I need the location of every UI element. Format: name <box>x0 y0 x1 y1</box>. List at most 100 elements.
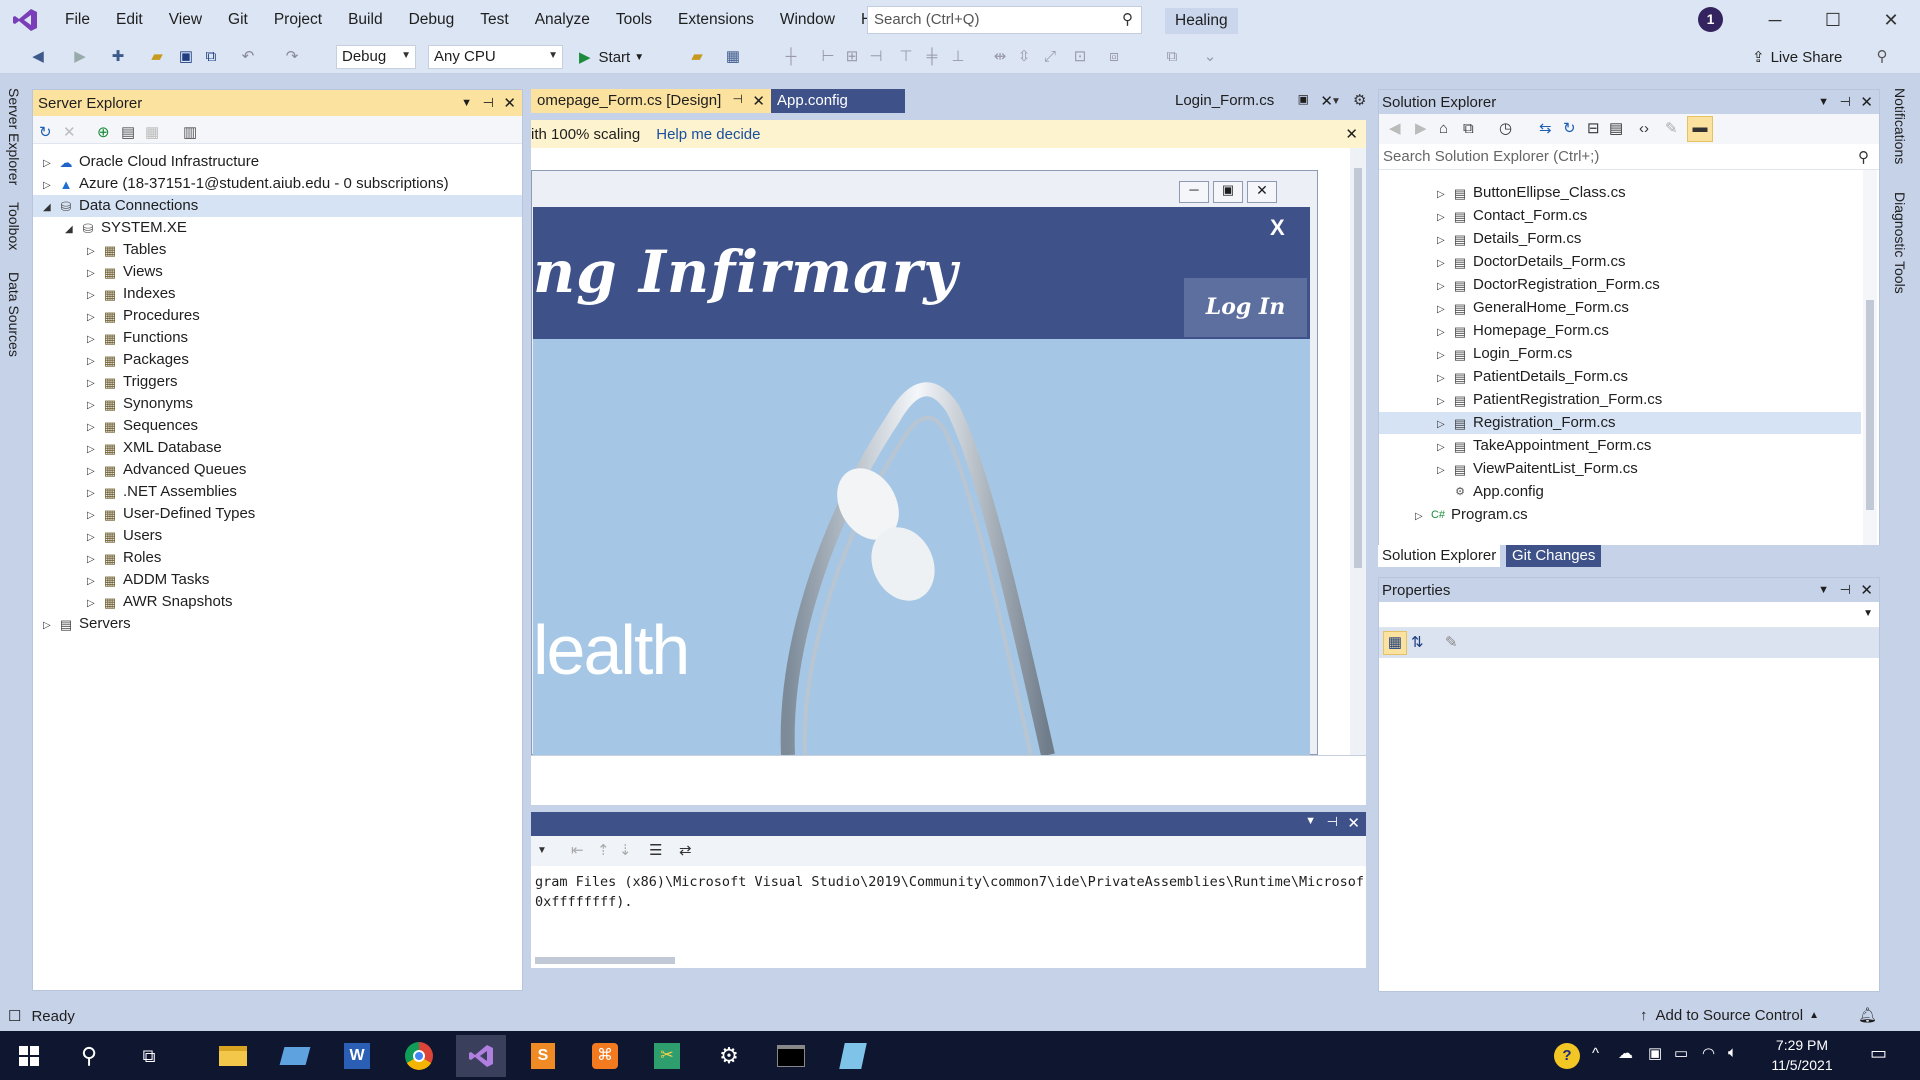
designer-icon[interactable]: ▦ <box>722 46 744 68</box>
tab-list-icon[interactable]: ▼ <box>1331 91 1341 113</box>
menu-tools[interactable]: Tools <box>603 11 665 29</box>
back-icon[interactable]: ◀ <box>28 46 48 68</box>
view-code-icon[interactable]: ‹› <box>1639 118 1649 140</box>
align-right-icon[interactable]: ⊣ <box>866 46 886 68</box>
align-center-icon[interactable]: ⊞ <box>842 46 862 68</box>
tree-node-views[interactable]: ▷ ▦ Views <box>87 261 522 283</box>
expand-arrow-icon[interactable]: ▷ <box>1437 368 1451 390</box>
wifi-icon[interactable]: ◠ <box>1702 1044 1715 1062</box>
tree-node-users[interactable]: ▷ ▦ Users <box>87 525 522 547</box>
tree-node-sequences[interactable]: ▷ ▦ Sequences <box>87 415 522 437</box>
sublime-text-icon[interactable]: S <box>518 1035 568 1077</box>
platform-select[interactable]: Any CPU ▼ <box>428 45 563 69</box>
tab-notifications[interactable]: Notifications <box>1892 88 1908 164</box>
solution-file-item[interactable]: ▷ ▤ Homepage_Form.cs <box>1379 320 1861 342</box>
expand-arrow-icon[interactable]: ▷ <box>87 593 101 615</box>
tab-app-config[interactable]: App.config <box>771 89 905 113</box>
expand-arrow-icon[interactable]: ◢ <box>65 219 79 241</box>
tree-node-data-connections[interactable]: ◢ ⛁ Data Connections <box>33 195 522 217</box>
expand-arrow-icon[interactable]: ▷ <box>87 307 101 329</box>
visual-studio-logo-icon[interactable] <box>12 7 38 33</box>
close-panel-icon[interactable]: ✕ <box>1347 814 1360 832</box>
solution-file-item[interactable]: ▷ ▤ PatientDetails_Form.cs <box>1379 366 1861 388</box>
battery-icon[interactable]: ▭ <box>1674 1044 1688 1062</box>
toolbar-overflow-icon[interactable]: ⌄ <box>1200 46 1220 68</box>
tree-node-user-defined-types[interactable]: ▷ ▦ User-Defined Types <box>87 503 522 525</box>
expand-arrow-icon[interactable]: ▷ <box>1437 391 1451 413</box>
save-icon[interactable]: ▣ <box>176 46 196 68</box>
close-tab-icon[interactable]: ✕ <box>752 92 765 110</box>
solution-file-item[interactable]: ▷ ▤ DoctorRegistration_Form.cs <box>1379 274 1861 296</box>
output-source-dropdown-icon[interactable]: ▼ <box>537 840 547 862</box>
close-icon[interactable]: ✕ <box>1862 0 1920 40</box>
stop-icon[interactable]: ✕ <box>63 122 76 144</box>
panel-dropdown-icon[interactable]: ▼ <box>1818 96 1829 108</box>
menu-file[interactable]: File <box>52 11 103 29</box>
tab-solution-explorer[interactable]: Solution Explorer <box>1378 545 1501 567</box>
expand-arrow-icon[interactable]: ▷ <box>1437 276 1451 298</box>
windows-start-icon[interactable] <box>4 1035 54 1077</box>
menu-extensions[interactable]: Extensions <box>665 11 767 29</box>
scroll-thumb[interactable] <box>1354 168 1362 568</box>
expand-arrow-icon[interactable]: ▷ <box>1437 460 1451 482</box>
align-left-icon[interactable]: ⊢ <box>818 46 838 68</box>
expand-arrow-icon[interactable]: ▷ <box>87 549 101 571</box>
object-selector[interactable]: ▼ <box>1379 602 1879 628</box>
expand-arrow-icon[interactable]: ▷ <box>87 351 101 373</box>
start-button[interactable]: ▶ Start ▼ <box>575 45 648 69</box>
align-bottom-icon[interactable]: ⊥ <box>948 46 968 68</box>
expand-arrow-icon[interactable]: ▷ <box>87 285 101 307</box>
tree-node-xml-database[interactable]: ▷ ▦ XML Database <box>87 437 522 459</box>
menu-project[interactable]: Project <box>261 11 335 29</box>
pending-changes-icon[interactable]: ◷ <box>1499 118 1512 140</box>
clear-all-icon[interactable]: ☰ <box>649 840 662 862</box>
menu-window[interactable]: Window <box>767 11 848 29</box>
solution-file-item[interactable]: ▷ ▤ ViewPaitentList_Form.cs <box>1379 458 1861 480</box>
form-maximize-icon[interactable]: ▣ <box>1213 181 1243 203</box>
profile-avatar[interactable]: 1 <box>1698 7 1723 32</box>
show-all-files-icon[interactable]: ▤ <box>1609 118 1623 140</box>
align-top-icon[interactable]: ⊤ <box>896 46 916 68</box>
live-share-button[interactable]: ⇪ Live Share <box>1752 45 1842 69</box>
redo-icon[interactable]: ↷ <box>282 46 302 68</box>
expand-arrow-icon[interactable]: ▷ <box>87 505 101 527</box>
output-horizontal-scrollbar[interactable] <box>535 957 675 964</box>
feedback-icon[interactable]: ⚲ <box>1872 46 1892 68</box>
tree-node-net-assemblies[interactable]: ▷ ▦ .NET Assemblies <box>87 481 522 503</box>
size-icon[interactable]: ⤢ <box>1040 46 1060 68</box>
close-panel-icon[interactable]: ✕ <box>503 94 516 112</box>
align-middle-icon[interactable]: ╪ <box>922 46 942 68</box>
expand-arrow-icon[interactable]: ▷ <box>43 175 57 197</box>
add-to-source-control-button[interactable]: ↑ Add to Source Control ▲ <box>1640 1007 1819 1024</box>
expand-arrow-icon[interactable]: ▷ <box>1415 506 1429 528</box>
snipping-tool-icon[interactable]: ✂ <box>642 1035 692 1077</box>
azure-connect-icon[interactable]: ▦ <box>145 122 159 144</box>
properties-icon[interactable]: ▥ <box>183 122 197 144</box>
device-icon[interactable] <box>270 1035 320 1077</box>
tray-chevron-up-icon[interactable]: ^ <box>1592 1045 1599 1062</box>
notification-bell-icon[interactable]: 🔔︎ <box>1858 1006 1877 1024</box>
volume-icon[interactable]: 🔈︎ <box>1728 1044 1737 1061</box>
help-me-decide-link[interactable]: Help me decide <box>656 126 760 143</box>
solution-file-item[interactable]: ▷ C# Program.cs <box>1379 504 1861 526</box>
solution-vertical-scrollbar[interactable] <box>1863 170 1877 548</box>
sync-icon[interactable]: ⇆ <box>1539 118 1552 140</box>
connect-database-icon[interactable]: ⊕ <box>97 122 110 144</box>
next-message-icon[interactable]: ⇣ <box>619 840 632 862</box>
menu-debug[interactable]: Debug <box>396 11 468 29</box>
clock[interactable]: 7:29 PM 11/5/2021 <box>1762 1035 1842 1075</box>
word-wrap-icon[interactable]: ⇄ <box>679 840 692 862</box>
form-close-label[interactable]: X <box>1270 215 1285 241</box>
solution-file-item[interactable]: ▷ ▤ GeneralHome_Form.cs <box>1379 297 1861 319</box>
settings-gear-icon[interactable]: ⚙ <box>704 1035 754 1077</box>
refresh-icon[interactable]: ↻ <box>1563 118 1576 140</box>
tab-toolbox[interactable]: Toolbox <box>6 202 22 250</box>
tree-node-servers[interactable]: ▷ ▤ Servers <box>43 613 522 635</box>
menu-test[interactable]: Test <box>467 11 521 29</box>
visual-studio-taskbar-icon[interactable] <box>456 1035 506 1077</box>
expand-arrow-icon[interactable]: ▷ <box>1437 299 1451 321</box>
tab-git-changes[interactable]: Git Changes <box>1506 545 1602 567</box>
refresh-icon[interactable]: ↻ <box>39 122 52 144</box>
expand-arrow-icon[interactable]: ▷ <box>87 329 101 351</box>
action-center-icon[interactable]: ▭ <box>1870 1043 1887 1064</box>
